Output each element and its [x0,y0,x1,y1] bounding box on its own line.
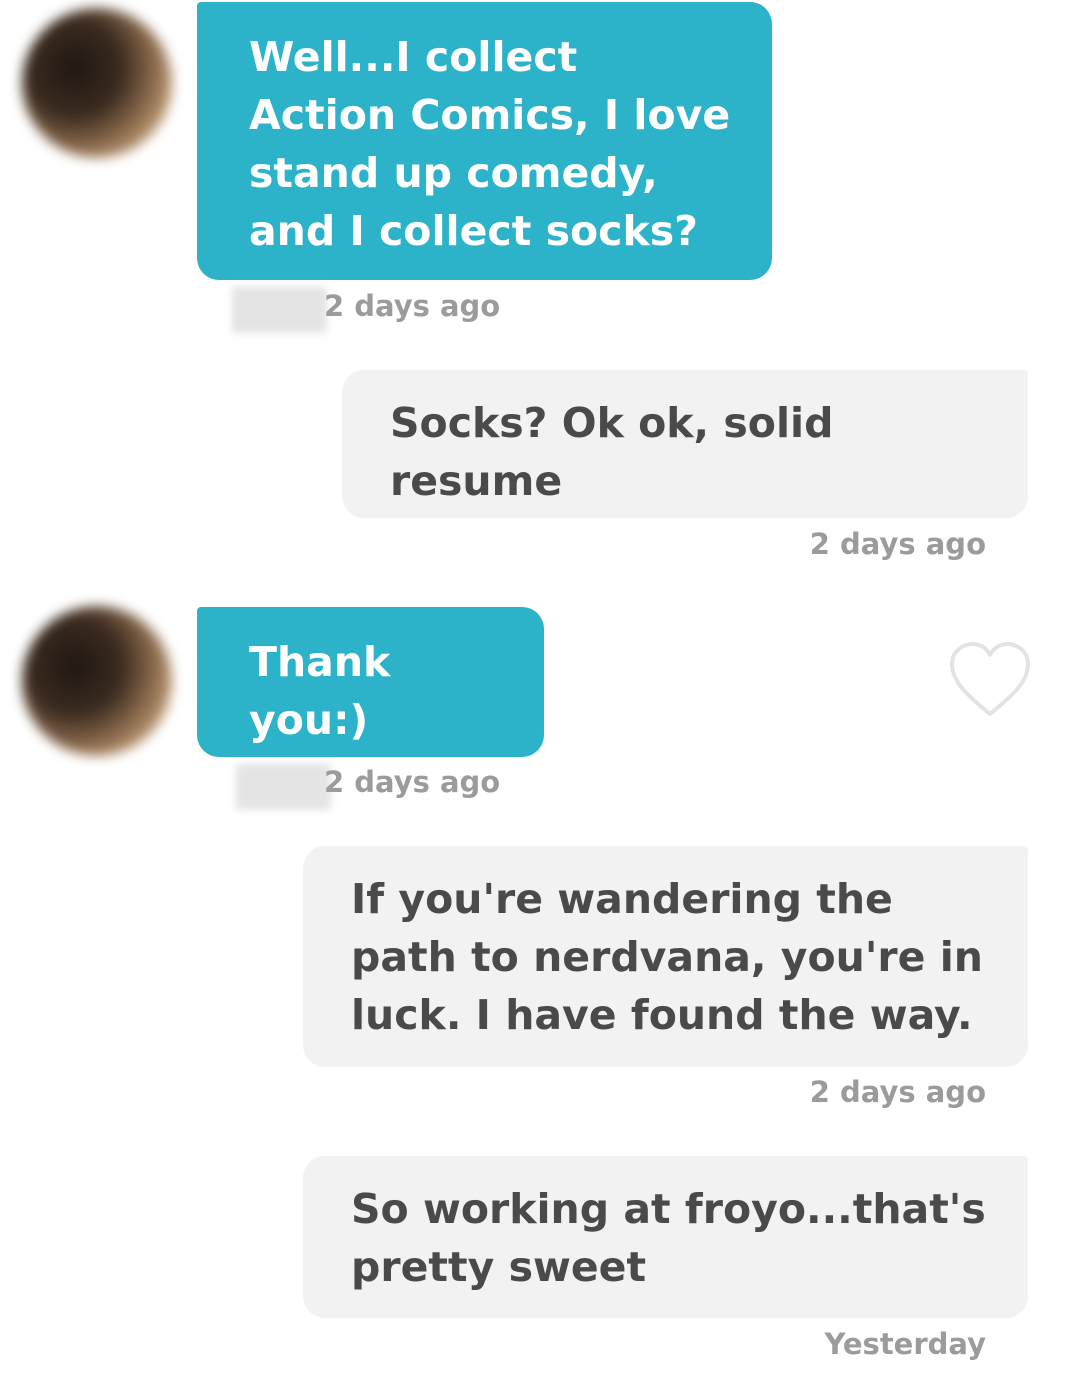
avatar[interactable] [22,606,172,756]
message-timestamp: 2 days ago [809,1075,986,1109]
incoming-message-bubble: Well...I collect Action Comics, I love s… [197,2,772,280]
message-timestamp: 2 days ago [324,765,501,799]
heart-outline-icon[interactable] [948,640,1032,720]
message-timestamp: Yesterday [824,1327,986,1361]
outgoing-message-bubble: So working at froyo...that's pretty swee… [303,1156,1028,1318]
message-text: Well...I collect Action Comics, I love s… [249,33,731,255]
message-text: Socks? Ok ok, solid resume [390,399,834,505]
message-timestamp: 2 days ago [324,289,501,323]
message-timestamp: 2 days ago [809,527,986,561]
message-text: Thank you:) [249,638,391,744]
message-text: So working at froyo...that's pretty swee… [351,1185,986,1291]
message-text: If you're wandering the path to nerdvana… [351,875,983,1039]
sender-name-redacted [232,287,327,333]
outgoing-message-bubble: If you're wandering the path to nerdvana… [303,846,1028,1067]
avatar[interactable] [22,8,172,158]
incoming-message-bubble: Thank you:) [197,607,544,757]
sender-name-redacted [236,764,331,810]
outgoing-message-bubble: Socks? Ok ok, solid resume [342,370,1028,518]
